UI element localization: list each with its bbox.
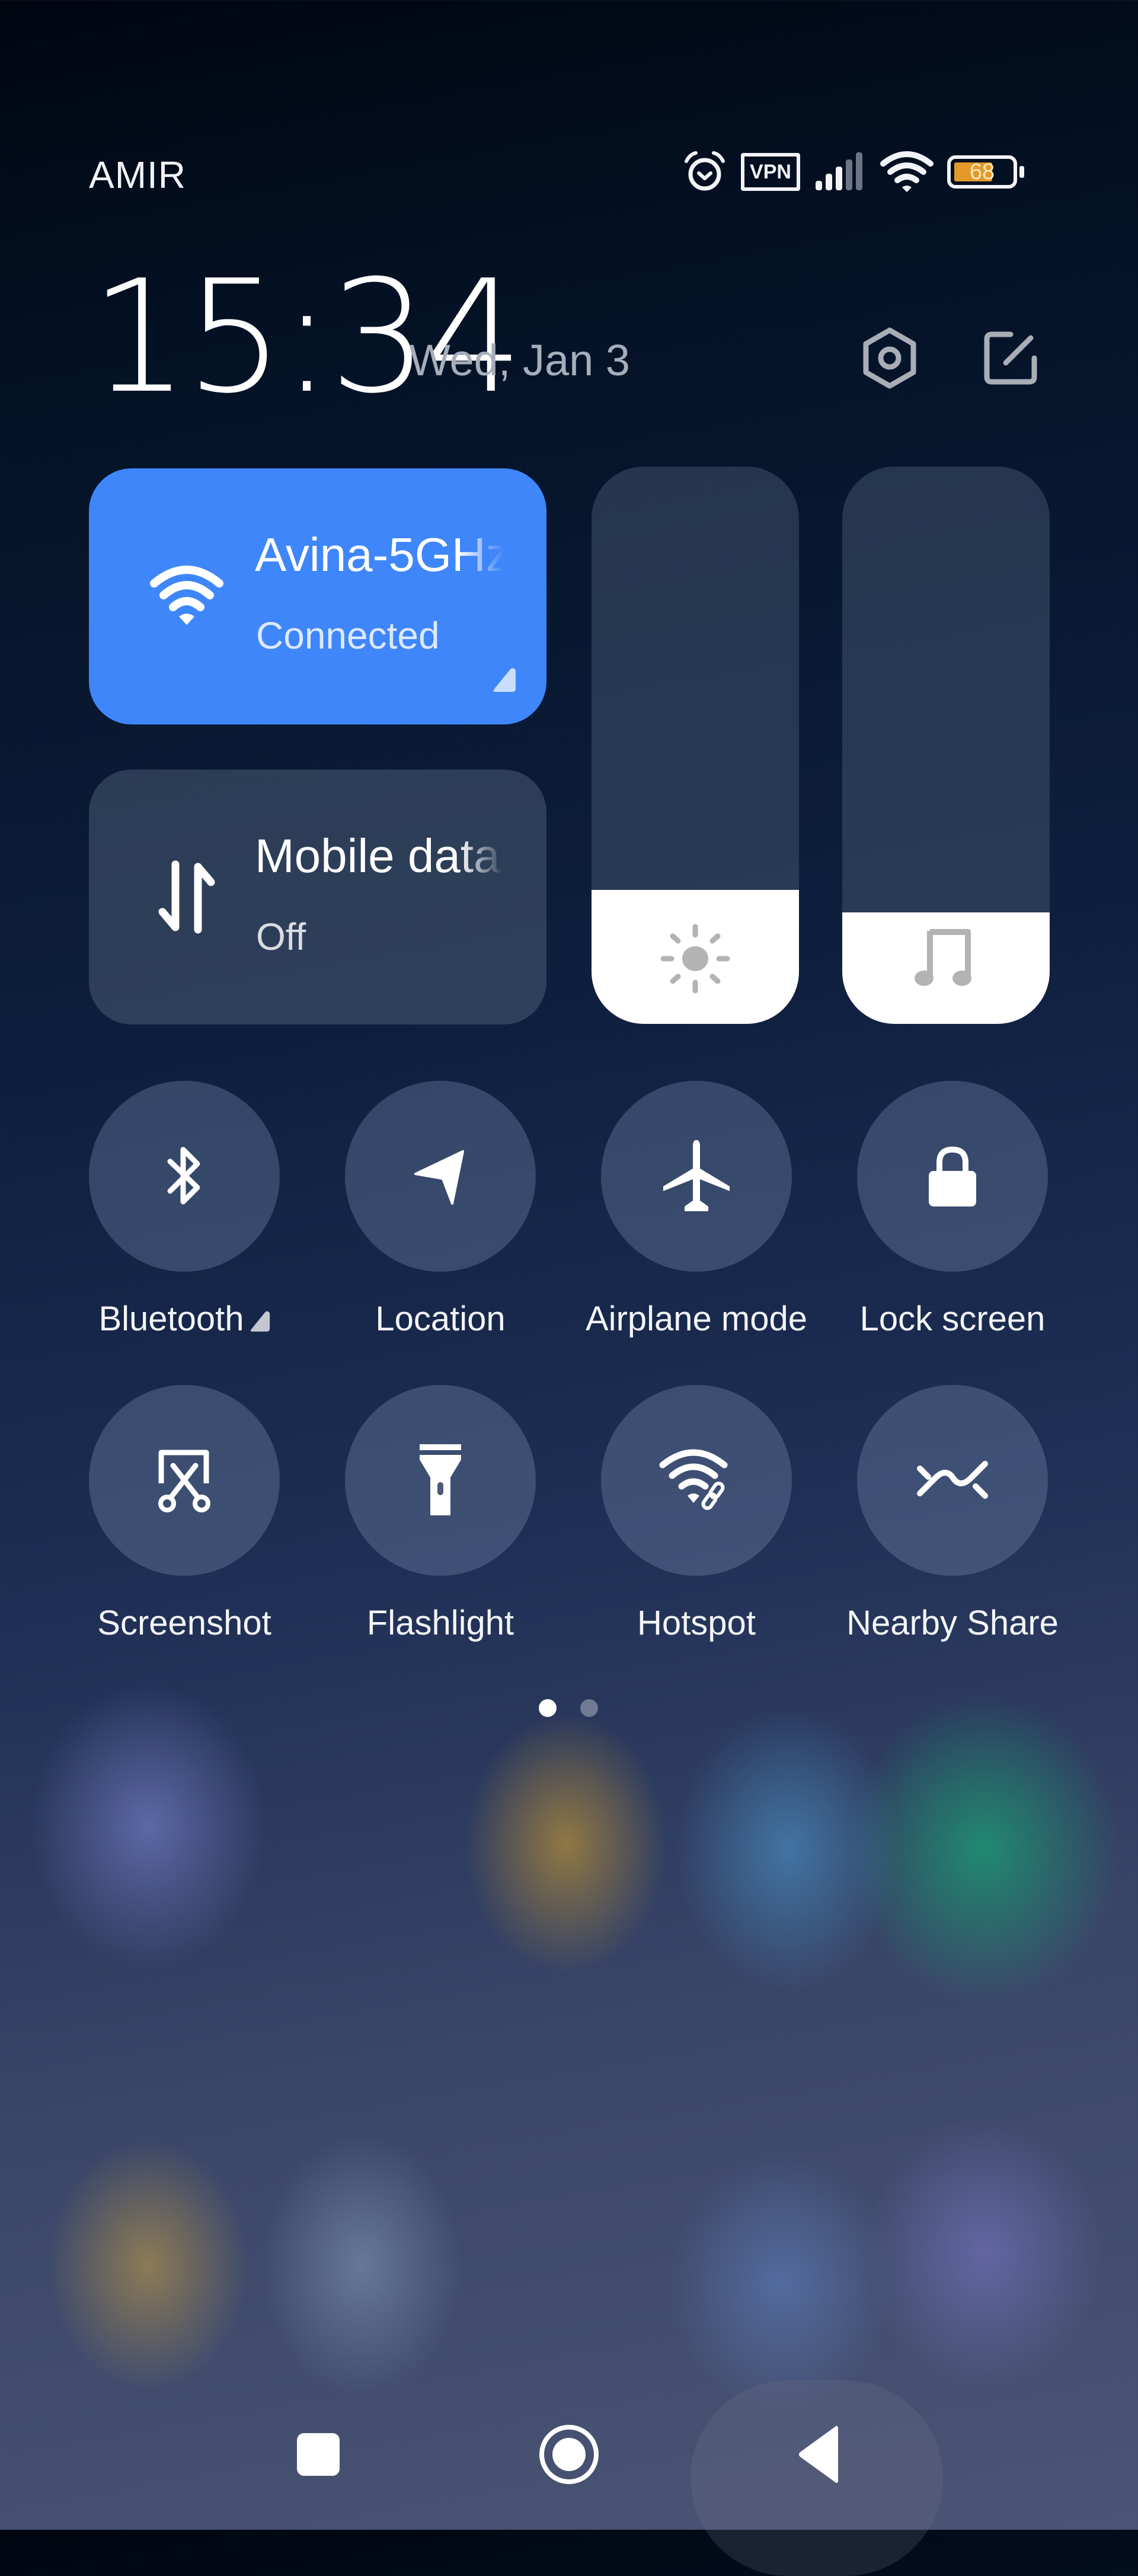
toggle-label: Hotspot (637, 1604, 756, 1642)
toggle-screenshot[interactable]: Screenshot (56, 1385, 312, 1672)
settings-button[interactable] (857, 325, 922, 391)
toggle-label: Location (375, 1300, 506, 1338)
toggle-flashlight[interactable]: Flashlight (312, 1385, 568, 1672)
signal-bar (856, 152, 862, 190)
home-button[interactable] (498, 2383, 640, 2526)
mobile-data-status: Off (256, 915, 306, 958)
back-icon (799, 2426, 838, 2483)
brightness-icon (592, 924, 799, 994)
signal-icon (813, 151, 867, 193)
volume-slider[interactable] (842, 467, 1050, 1024)
edit-icon (984, 331, 1037, 385)
wifi-network-name: Avina-5GHz (255, 528, 504, 581)
page-dot[interactable] (539, 1699, 557, 1717)
page-indicator (539, 1699, 598, 1717)
toggle-hotspot[interactable]: Hotspot (568, 1385, 824, 1672)
status-icons: VPN 68 (682, 148, 1024, 196)
battery-nub (1019, 166, 1024, 178)
toggle-circle[interactable] (601, 1385, 792, 1576)
recents-button[interactable] (247, 2383, 389, 2526)
brightness-slider[interactable] (592, 467, 799, 1024)
toggle-bluetooth[interactable]: Bluetooth (56, 1081, 312, 1368)
toggle-circle[interactable] (601, 1081, 792, 1272)
toggle-label: Lock screen (859, 1300, 1046, 1338)
toggle-lock-screen[interactable]: Lock screen (824, 1081, 1081, 1368)
toggle-circle[interactable] (89, 1081, 280, 1272)
battery-percent: 68 (969, 159, 995, 184)
toggle-label: Bluetooth (56, 1298, 312, 1368)
recents-icon (297, 2433, 340, 2476)
carrier-name: AMIR (89, 154, 186, 196)
wifi-status-icon (880, 151, 934, 193)
screenshot-icon (158, 1450, 210, 1512)
mobile-data-tile[interactable]: Mobile data Off (89, 770, 546, 1024)
toggle-label: Screenshot (97, 1604, 271, 1642)
vpn-label: VPN (750, 160, 791, 183)
mobile-data-icon (148, 858, 225, 936)
toggle-airplane-mode[interactable]: Airplane mode (568, 1081, 824, 1368)
signal-bar (826, 174, 832, 190)
alarm-icon (682, 151, 728, 193)
toggle-circle[interactable] (857, 1081, 1048, 1272)
signal-bar (836, 167, 842, 190)
back-button[interactable] (748, 2383, 890, 2526)
toggle-nearby-share[interactable]: Nearby Share (824, 1385, 1081, 1672)
toggle-location[interactable]: Location (312, 1081, 568, 1368)
toggle-circle[interactable] (89, 1385, 280, 1576)
location-icon (414, 1150, 464, 1205)
wifi-more-indicator-icon[interactable] (492, 667, 516, 692)
bluetooth-label: Bluetooth (98, 1300, 244, 1338)
toggle-label: Airplane mode (586, 1300, 807, 1338)
edit-button[interactable] (978, 325, 1043, 391)
date: Wed, Jan 3 (409, 336, 630, 385)
bluetooth-icon (167, 1147, 200, 1205)
page-dot[interactable] (580, 1699, 598, 1717)
wifi-tile[interactable]: Avina-5GHz Connected (89, 468, 546, 724)
music-note-icon (842, 926, 1050, 991)
toggle-circle[interactable] (857, 1385, 1048, 1576)
battery-icon: 68 (947, 155, 1024, 189)
toggle-label: Nearby Share (846, 1604, 1059, 1642)
signal-bar (816, 181, 822, 190)
flashlight-icon (420, 1444, 461, 1515)
toggle-label: Flashlight (366, 1604, 514, 1642)
mobile-data-title: Mobile data (255, 829, 500, 882)
wifi-icon (148, 557, 225, 634)
bluetooth-more-indicator-icon[interactable] (249, 1310, 270, 1332)
home-icon (539, 2425, 599, 2484)
lock-icon (929, 1146, 976, 1206)
vpn-icon: VPN (741, 153, 800, 191)
hotspot-icon (659, 1449, 728, 1510)
settings-icon (863, 327, 916, 389)
signal-bar (846, 159, 852, 190)
toggle-circle[interactable] (345, 1385, 536, 1576)
airplane-icon (663, 1140, 730, 1211)
wifi-status: Connected (256, 614, 440, 657)
nearby-share-icon (917, 1461, 988, 1499)
toggle-circle[interactable] (345, 1081, 536, 1272)
